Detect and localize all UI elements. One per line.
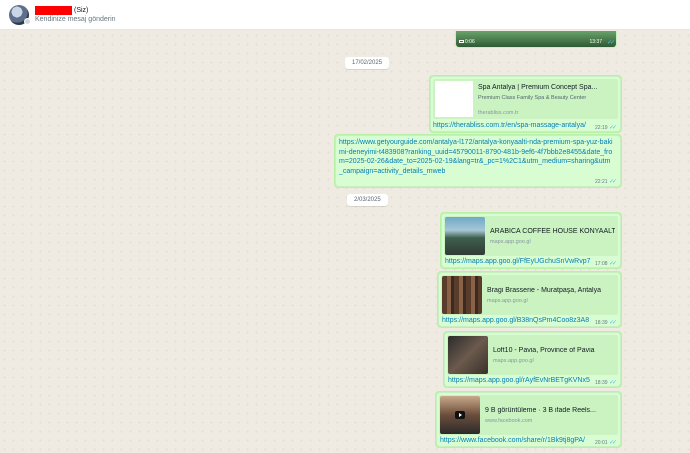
preview-title: Spa Antalya | Premium Concept Spa... <box>478 84 598 91</box>
preview-title: Bragi Brasserie - Muratpaşa, Antalya <box>487 287 601 294</box>
message-link[interactable]: https://www.getyourguide.com/antalya-l17… <box>339 138 613 176</box>
read-ticks-icon: ✓✓ <box>607 40 615 46</box>
message-bubble[interactable]: Bragi Brasserie - Muratpaşa, Antalya map… <box>439 273 620 326</box>
video-message[interactable]: 0:06 13:37 <box>456 31 616 47</box>
chat-header[interactable]: (Siz) Kendinize mesaj gönderin <box>0 0 690 30</box>
message-link[interactable]: https://maps.app.goo.gl/rAyfEvNrBETgKVNx… <box>448 377 590 384</box>
preview-domain: therabliss.com.tr <box>478 110 519 116</box>
message-time: 22:21 <box>595 179 608 185</box>
link-preview[interactable]: 9 B görüntüleme · 3 B ifade Reels... www… <box>439 395 618 435</box>
read-ticks-icon: ✓✓ <box>609 440 617 446</box>
date-separator: 2/03/2025 <box>347 194 388 206</box>
read-ticks-icon: ✓✓ <box>609 320 617 326</box>
message-link[interactable]: https://maps.app.goo.gl/B38nQsPm4Coo8z3A… <box>442 317 589 324</box>
message-bubble[interactable]: 9 B görüntüleme · 3 B ifade Reels... www… <box>437 393 620 446</box>
redacted-name <box>35 5 72 15</box>
preview-title: 9 B görüntüleme · 3 B ifade Reels... <box>485 407 596 414</box>
message-bubble[interactable]: https://www.getyourguide.com/antalya-l17… <box>336 136 620 186</box>
read-ticks-icon: ✓✓ <box>609 380 617 386</box>
read-ticks-icon: ✓✓ <box>609 125 617 131</box>
header-subtitle: Kendinize mesaj gönderin <box>35 16 116 23</box>
link-preview[interactable]: ARABICA COFFEE HOUSE KONYAALTI... maps.a… <box>444 216 618 256</box>
read-ticks-icon: ✓✓ <box>609 261 617 267</box>
preview-description: Premium Class Family Spa & Beauty Center <box>478 95 587 101</box>
status-dot-icon <box>24 18 31 25</box>
message-time: 20:01 <box>595 440 608 446</box>
link-preview[interactable]: Bragi Brasserie - Muratpaşa, Antalya map… <box>441 275 618 315</box>
name-suffix: (Siz) <box>74 6 89 14</box>
message-time: 18:39 <box>595 320 608 326</box>
preview-domain: www.facebook.com <box>485 418 533 424</box>
message-time: 22:19 <box>595 125 608 131</box>
message-time: 18:39 <box>595 380 608 386</box>
message-time: 13:37 <box>589 39 602 45</box>
link-preview[interactable]: Spa Antalya | Premium Concept Spa... Pre… <box>433 79 618 119</box>
loft-photo-icon <box>448 336 488 374</box>
message-link[interactable]: https://www.facebook.com/share/r/1Bk9tj8… <box>440 437 585 444</box>
preview-thumbnail <box>435 81 473 117</box>
link-preview[interactable]: Loft10 - Pavia, Province of Pavia maps.a… <box>447 335 618 375</box>
video-duration: 0:06 <box>465 39 475 45</box>
preview-title: Loft10 - Pavia, Province of Pavia <box>493 347 595 354</box>
message-bubble[interactable]: Spa Antalya | Premium Concept Spa... Pre… <box>431 77 620 131</box>
message-bubble[interactable]: Loft10 - Pavia, Province of Pavia maps.a… <box>445 333 620 386</box>
preview-domain: maps.app.goo.gl <box>487 298 528 304</box>
preview-domain: maps.app.goo.gl <box>493 358 534 364</box>
video-thumbnail-icon <box>440 396 480 434</box>
message-bubble[interactable]: ARABICA COFFEE HOUSE KONYAALTI... maps.a… <box>442 214 620 267</box>
date-separator: 17/02/2025 <box>345 57 390 69</box>
contact-name: (Siz) <box>35 5 88 15</box>
read-ticks-icon: ✓✓ <box>609 179 617 185</box>
play-icon <box>455 411 465 419</box>
preview-domain: maps.app.goo.gl <box>490 239 531 245</box>
cafe-photo-icon <box>445 217 485 255</box>
message-list[interactable]: 0:06 13:37 ✓✓ 17/02/2025 Spa Antalya | P… <box>0 31 690 453</box>
restaurant-photo-icon <box>442 276 482 314</box>
message-link[interactable]: https://therabliss.com.tr/en/spa-massage… <box>433 122 586 129</box>
message-time: 17:08 <box>595 261 608 267</box>
message-link[interactable]: https://maps.app.goo.gl/FfEyUGchuSnVwRvp… <box>445 258 591 265</box>
video-camera-icon <box>459 40 464 44</box>
preview-title: ARABICA COFFEE HOUSE KONYAALTI... <box>490 228 615 235</box>
